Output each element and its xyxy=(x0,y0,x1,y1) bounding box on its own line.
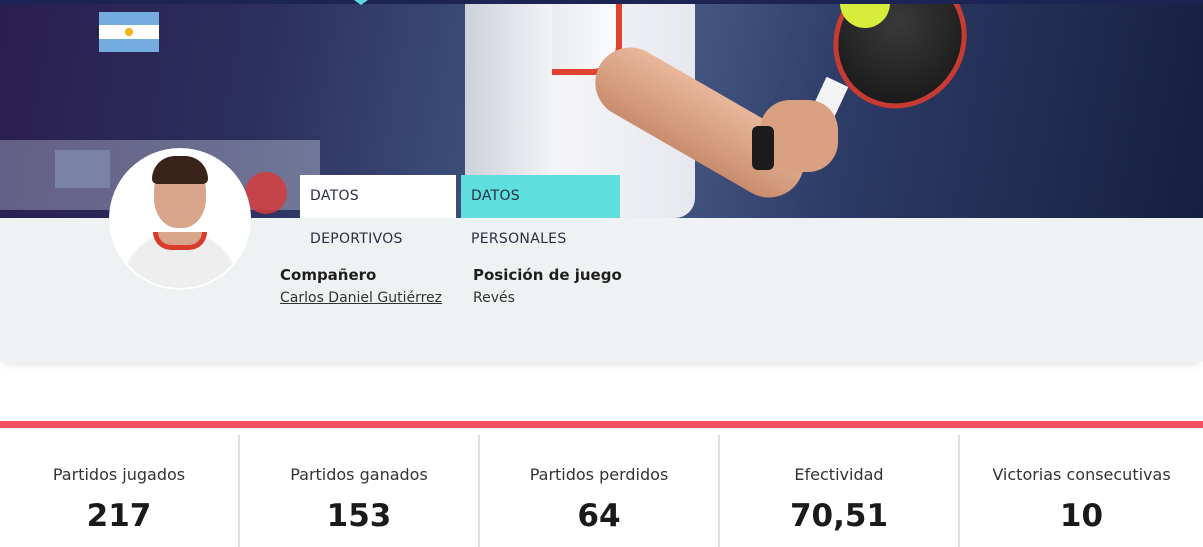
stat-label: Partidos ganados xyxy=(290,465,428,484)
stat-value: 217 xyxy=(86,498,152,534)
stat-label: Partidos perdidos xyxy=(529,465,669,484)
avatar xyxy=(111,150,249,288)
stat-label: Efectividad xyxy=(794,465,884,484)
stat-partidos-perdidos: Partidos perdidos 64 xyxy=(480,435,720,547)
stat-efectividad: Efectividad 70,51 xyxy=(720,435,960,547)
active-nav-indicator xyxy=(354,0,368,5)
stat-partidos-jugados: Partidos jugados 217 xyxy=(0,435,240,547)
partner-label: Compañero xyxy=(280,266,377,284)
tab-datos-personales[interactable]: DATOS PERSONALES xyxy=(461,175,620,247)
position-value: Revés xyxy=(473,290,515,306)
stats-bar: Partidos jugados 217 Partidos ganados 15… xyxy=(0,421,1203,547)
stat-label: Victorias consecutivas xyxy=(992,465,1171,484)
stat-victorias-consecutivas: Victorias consecutivas 10 xyxy=(960,435,1203,547)
stat-value: 10 xyxy=(1059,498,1104,534)
tab-datos-deportivos[interactable]: DATOS DEPORTIVOS xyxy=(300,175,456,247)
stat-label: Partidos jugados xyxy=(52,465,186,484)
position-field: Posición de juego Revés xyxy=(473,266,622,306)
top-accent-line xyxy=(0,0,1203,5)
position-label: Posición de juego xyxy=(473,266,622,284)
stat-value: 70,51 xyxy=(789,498,889,534)
stat-value: 153 xyxy=(326,498,392,534)
sponsor-logo xyxy=(245,172,287,214)
wristband xyxy=(752,126,774,170)
partner-field: Compañero Carlos Daniel Gutiérrez xyxy=(280,266,442,306)
stat-value: 64 xyxy=(577,498,621,534)
argentina-flag-icon xyxy=(99,12,159,52)
stat-partidos-ganados: Partidos ganados 153 xyxy=(240,435,480,547)
partner-link[interactable]: Carlos Daniel Gutiérrez xyxy=(280,290,442,306)
sponsor-sign xyxy=(55,150,110,188)
